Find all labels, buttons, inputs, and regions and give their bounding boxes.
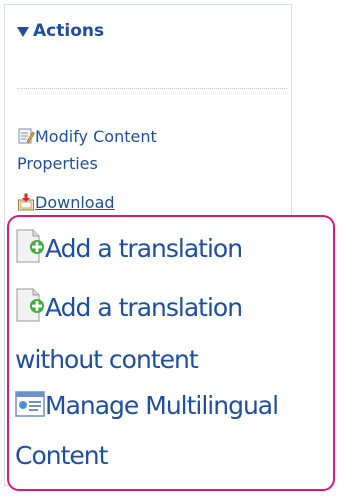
page: Actions Modify Content Properties Downlo…: [0, 0, 344, 500]
add-translation-link[interactable]: Add a translation: [15, 229, 243, 273]
add-translation-no-content-label-line1: Add a translation: [45, 293, 243, 322]
dotted-separator: [17, 88, 287, 89]
download-icon: [17, 193, 35, 215]
actions-panel-header[interactable]: Actions: [17, 21, 104, 41]
multilingual-card-icon: [15, 387, 45, 433]
manage-multilingual-content-link[interactable]: Manage Multilingual Content: [15, 383, 279, 479]
edit-document-icon: [17, 127, 35, 152]
add-translation-without-content-link[interactable]: Add a translation without content: [15, 285, 243, 383]
add-translation-no-content-label-line2: without content: [15, 345, 199, 374]
manage-multilingual-label-line1: Manage Multilingual: [45, 391, 279, 420]
modify-content-properties-link[interactable]: Modify Content Properties: [17, 125, 287, 176]
panel-title: Actions: [33, 21, 105, 41]
magnified-highlight-callout: Add a translation Add a translation with…: [7, 215, 335, 491]
download-label: Download: [35, 193, 115, 212]
collapse-triangle-icon[interactable]: [17, 26, 29, 37]
add-translation-label: Add a translation: [45, 234, 243, 263]
download-link[interactable]: Download: [17, 191, 287, 215]
modify-label-line2: Properties: [17, 154, 98, 173]
modify-label-line1: Modify Content: [35, 127, 157, 146]
document-add-icon: [15, 229, 45, 273]
document-add-icon: [15, 288, 45, 337]
manage-multilingual-label-line2: Content: [15, 441, 108, 470]
